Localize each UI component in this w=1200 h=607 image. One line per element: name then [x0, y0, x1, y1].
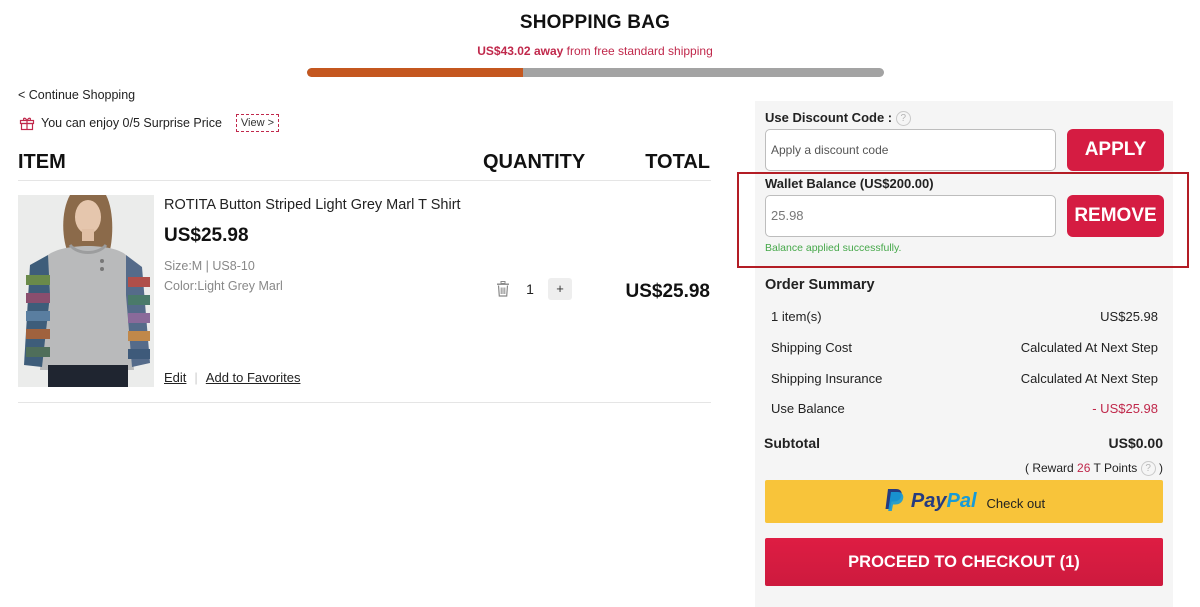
summary-row-value: US$25.98: [1100, 309, 1158, 324]
reward-points-value: 26: [1077, 461, 1091, 475]
summary-row-shipping-insurance: Shipping Insurance Calculated At Next St…: [771, 371, 1158, 386]
balance-success-message: Balance applied successfully.: [765, 242, 902, 254]
gift-icon: [19, 115, 35, 131]
summary-row-label: 1 item(s): [771, 309, 822, 324]
summary-row-value: Calculated At Next Step: [1020, 371, 1158, 386]
order-summary-title: Order Summary: [765, 277, 875, 293]
summary-row-value: Calculated At Next Step: [1020, 340, 1158, 355]
wallet-balance-label: Wallet Balance (US$200.00): [765, 176, 934, 191]
reward-points-note: ( Reward 26 T Points ? ): [1024, 461, 1163, 477]
quantity-column-header: QUANTITY: [483, 151, 586, 173]
subtotal-label: Subtotal: [764, 435, 820, 451]
shipping-rest-label: from free standard shipping: [566, 44, 713, 58]
product-color: Color:Light Grey Marl: [164, 279, 283, 293]
product-image[interactable]: [18, 195, 154, 387]
discount-code-label: Use Discount Code : ?: [765, 110, 911, 127]
free-shipping-note: US$43.02 away from free standard shippin…: [0, 44, 1190, 58]
page-title: SHOPPING BAG: [519, 12, 671, 33]
product-price: US$25.98: [164, 225, 249, 246]
help-icon[interactable]: ?: [895, 111, 911, 127]
quantity-value[interactable]: 1: [523, 281, 537, 297]
summary-row-shipping-cost: Shipping Cost Calculated At Next Step: [771, 340, 1158, 355]
reward-open-text: ( Reward: [1024, 461, 1074, 475]
surprise-price-notice: You can enjoy 0/5 Surprise Price View >: [19, 114, 280, 132]
add-to-favorites-link[interactable]: Add to Favorites: [206, 370, 301, 385]
shipping-progress-fill: [307, 68, 524, 77]
shipping-away-label: away: [533, 44, 564, 58]
shipping-remaining-amount: US$43.02: [477, 44, 531, 58]
paypal-checkout-button[interactable]: PayPal Check out: [765, 480, 1163, 523]
reward-close-text: ): [1159, 461, 1163, 475]
summary-row-items: 1 item(s) US$25.98: [771, 309, 1158, 324]
row-divider: [18, 402, 711, 403]
paypal-word-pay: Pay: [910, 490, 947, 512]
remove-button[interactable]: REMOVE: [1067, 195, 1164, 237]
summary-row-value: - US$25.98: [1092, 401, 1158, 416]
apply-button[interactable]: APPLY: [1067, 129, 1164, 171]
continue-shopping-link[interactable]: < Continue Shopping: [18, 88, 135, 102]
quantity-increase-button[interactable]: +: [548, 278, 572, 300]
paypal-word-pal: Pal: [946, 490, 977, 512]
summary-row-use-balance: Use Balance - US$25.98: [771, 401, 1158, 416]
surprise-price-text: You can enjoy 0/5 Surprise Price: [41, 116, 222, 130]
paypal-wordmark: PayPal: [911, 490, 977, 513]
paypal-checkout-label: Check out: [986, 496, 1046, 511]
total-column-header: TOTAL: [645, 151, 710, 173]
view-surprise-button[interactable]: View >: [235, 114, 280, 132]
summary-row-label: Shipping Cost: [771, 340, 852, 355]
item-column-header: ITEM: [18, 151, 66, 173]
product-actions: Edit | Add to Favorites: [164, 370, 300, 385]
subtotal-row: Subtotal US$0.00: [764, 435, 1163, 451]
discount-code-label-text: Use Discount Code :: [765, 110, 893, 125]
line-total: US$25.98: [625, 281, 710, 302]
paypal-logo-icon: [883, 487, 905, 516]
product-size: Size:M | US8-10: [164, 259, 255, 273]
header-divider: [18, 180, 711, 181]
actions-separator: |: [194, 370, 198, 385]
wallet-balance-input[interactable]: 25.98: [765, 195, 1056, 237]
summary-row-label: Use Balance: [771, 401, 845, 416]
product-name-link[interactable]: ROTITA Button Striped Light Grey Marl T …: [164, 197, 479, 213]
edit-link[interactable]: Edit: [164, 370, 186, 385]
discount-code-input[interactable]: Apply a discount code: [765, 129, 1056, 171]
reward-unit-text: T Points: [1093, 461, 1138, 475]
summary-row-label: Shipping Insurance: [771, 371, 883, 386]
proceed-to-checkout-button[interactable]: PROCEED TO CHECKOUT (1): [765, 538, 1163, 586]
shipping-progress-bar: [307, 68, 884, 77]
trash-icon[interactable]: [496, 281, 510, 297]
help-icon[interactable]: ?: [1140, 461, 1156, 477]
subtotal-value: US$0.00: [1108, 435, 1163, 451]
